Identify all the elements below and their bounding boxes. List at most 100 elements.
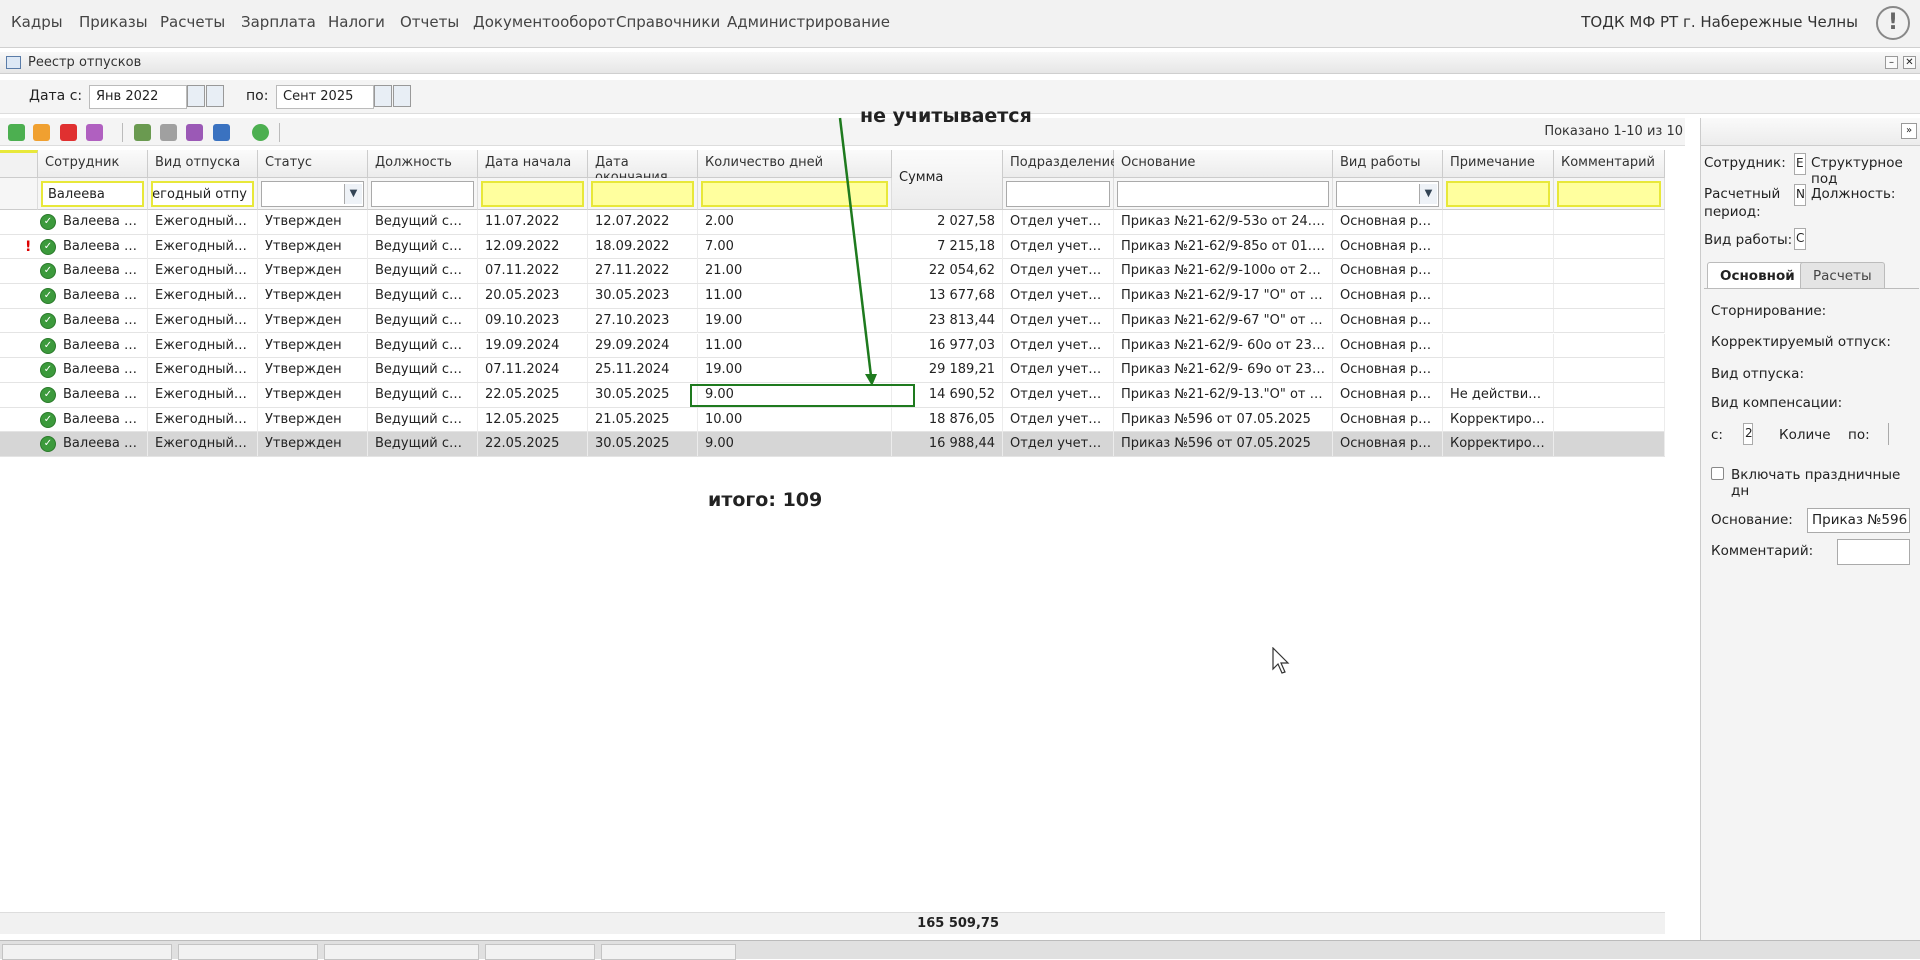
taskbar-tab[interactable] <box>485 944 595 960</box>
cell-end-date: 21.05.2025 <box>588 407 698 432</box>
table-row[interactable]: ✓ Валеева Ру... Ежегодный от... Утвержден Ве… <box>0 432 1665 457</box>
comment-field[interactable] <box>1837 539 1910 565</box>
menu-item-administrirovanie[interactable]: Администрирование <box>727 13 890 31</box>
refresh-icon[interactable] <box>252 124 269 141</box>
menu-item-zarplata[interactable]: Зарплата <box>241 13 316 31</box>
filter-employee-input[interactable]: Валеева <box>41 181 144 207</box>
cell-leave-type: Ежегодный от... <box>148 407 258 432</box>
column-header-position[interactable]: Должность <box>368 150 478 178</box>
approved-status-icon: ✓ <box>40 214 56 230</box>
chevron-down-icon[interactable]: ▼ <box>344 184 362 204</box>
menu-item-prikazy[interactable]: Приказы <box>79 13 148 31</box>
column-header-status[interactable]: Статус <box>258 150 368 178</box>
cell-days: 9.00 <box>698 432 892 457</box>
cell-employee: Валеева Ру... <box>56 259 148 284</box>
filter-basis-input[interactable] <box>1117 181 1329 207</box>
table-row[interactable]: ✓ Валеева Ру... Ежегодный от... Утвержден Ве… <box>0 358 1665 383</box>
filter-cell-indicator <box>0 178 38 210</box>
sum-icon[interactable] <box>186 124 203 141</box>
column-header-department[interactable]: Подразделение <box>1003 150 1118 178</box>
menu-item-kadry[interactable]: Кадры <box>11 13 63 31</box>
cell-days: 7.00 <box>698 234 892 259</box>
print-dropdown-icon[interactable] <box>213 124 230 141</box>
column-header-end-date[interactable]: Дата окончания <box>588 150 698 185</box>
filter-days-input[interactable] <box>701 181 888 207</box>
filter-position-input[interactable] <box>371 181 474 207</box>
tab-calculations[interactable]: Расчеты <box>1800 262 1885 288</box>
column-header-basis[interactable]: Основание <box>1114 150 1333 178</box>
taskbar-tab[interactable] <box>2 944 172 960</box>
column-header-sum[interactable]: Сумма <box>892 150 1003 210</box>
column-header-employee[interactable]: Сотрудник <box>38 150 148 178</box>
cell-sum: 2 027,58 <box>892 210 1003 234</box>
table-row[interactable]: ✓ Валеева Ру... Ежегодный от... Утвержден Ве… <box>0 259 1665 285</box>
cell-end-date: 18.09.2022 <box>588 234 698 259</box>
filter-note-input[interactable] <box>1446 181 1550 207</box>
add-icon[interactable] <box>8 124 25 141</box>
calendar-icon[interactable] <box>187 85 205 107</box>
table-row[interactable]: ! ✓ Валеева Ру... Ежегодный от... Утвержден В… <box>0 234 1665 260</box>
approve-icon[interactable] <box>134 124 151 141</box>
holidays-checkbox[interactable] <box>1711 467 1724 480</box>
chevron-down-icon[interactable]: ▼ <box>1419 184 1437 204</box>
calendar-icon[interactable] <box>374 85 392 107</box>
edit-icon[interactable] <box>33 124 50 141</box>
work-type-field[interactable]: С <box>1794 228 1806 250</box>
menu-item-dokumentooborot[interactable]: Документооборот <box>473 13 615 31</box>
taskbar-tab[interactable] <box>178 944 318 960</box>
menu-item-spravochniki[interactable]: Справочники <box>616 13 720 31</box>
date-clear-icon[interactable] <box>393 85 411 107</box>
table-row[interactable]: ✓ Валеева Ру... Ежегодный от... Утвержден Ве… <box>0 308 1665 334</box>
cell-employee: Валеева Ру... <box>56 234 148 259</box>
records-shown: Показано 1-10 из 10 <box>1544 124 1683 139</box>
cell-work-type: Основная раб... <box>1333 382 1443 407</box>
from-field[interactable]: 2 <box>1743 423 1753 445</box>
approved-status-icon: ✓ <box>40 362 56 379</box>
cell-work-type: Основная раб... <box>1333 284 1443 309</box>
column-header-work-type[interactable]: Вид работы <box>1333 150 1443 178</box>
taskbar-tab[interactable] <box>601 944 736 960</box>
date-to-input[interactable]: Сент 2025 <box>276 85 374 109</box>
column-header-days[interactable]: Количество дней <box>698 150 892 178</box>
cell-position: Ведущий спец... <box>368 407 478 432</box>
basis-field[interactable]: Приказ №596 <box>1807 508 1910 533</box>
menu-item-nalogi[interactable]: Налоги <box>328 13 385 31</box>
cell-days: 19.00 <box>698 308 892 333</box>
cell-work-type: Основная раб... <box>1333 432 1443 457</box>
table-row[interactable]: ✓ Валеева Ру... Ежегодный от... Утвержден Ве… <box>0 407 1665 433</box>
filter-leave-type-input[interactable]: Ежегодный отпу <box>151 181 254 207</box>
period-label: Расчетный <box>1704 186 1781 202</box>
table-row[interactable]: ✓ Валеева Ру... Ежегодный от... Утвержден Ве… <box>0 284 1665 309</box>
collapse-panel-icon[interactable]: » <box>1901 123 1917 139</box>
table-row[interactable]: ✓ Валеева Ру... Ежегодный от... Утвержден Ве… <box>0 210 1665 235</box>
filter-end-date-input[interactable] <box>591 181 694 207</box>
filter-start-date-input[interactable] <box>481 181 584 207</box>
cell-status: Утвержден <box>258 407 368 432</box>
delete-icon[interactable] <box>60 124 77 141</box>
employee-field[interactable]: Е <box>1794 153 1806 175</box>
period-field[interactable]: N <box>1794 184 1806 206</box>
table-row[interactable]: ✓ Валеева Ру... Ежегодный от... Утвержден Ве… <box>0 333 1665 359</box>
settings-dropdown-icon[interactable] <box>86 124 103 141</box>
top-menu: Кадры Приказы Расчеты Зарплата Налоги От… <box>0 0 1920 48</box>
alert-icon[interactable]: ! <box>1876 6 1910 40</box>
filter-department-input[interactable] <box>1006 181 1110 207</box>
column-header-comment[interactable]: Комментарий <box>1554 150 1665 178</box>
cell-department: Отдел учета и... <box>1003 382 1114 407</box>
column-header-leave-type[interactable]: Вид отпуска <box>148 150 258 178</box>
unapprove-icon[interactable] <box>160 124 177 141</box>
close-button[interactable]: ✕ <box>1903 56 1916 69</box>
date-clear-icon[interactable] <box>206 85 224 107</box>
filter-comment-input[interactable] <box>1557 181 1661 207</box>
tab-main[interactable]: Основной <box>1707 262 1808 288</box>
column-header-start-date[interactable]: Дата начала <box>478 150 588 178</box>
column-header-note[interactable]: Примечание <box>1443 150 1554 178</box>
menu-item-raschety[interactable]: Расчеты <box>160 13 225 31</box>
cell-start-date: 07.11.2022 <box>478 259 588 284</box>
taskbar-tab[interactable] <box>324 944 479 960</box>
minimize-button[interactable]: – <box>1885 56 1898 69</box>
menu-item-otchety[interactable]: Отчеты <box>400 13 459 31</box>
holidays-label: Включать праздничные дн <box>1731 467 1901 499</box>
cell-end-date: 29.09.2024 <box>588 333 698 358</box>
date-from-input[interactable]: Янв 2022 <box>89 85 187 109</box>
